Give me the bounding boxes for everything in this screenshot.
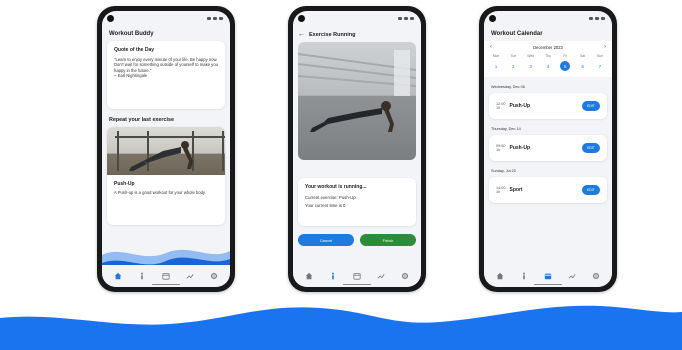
finish-button[interactable]: Finish xyxy=(360,234,416,246)
exercise-description: A Push-up is a good workout for your who… xyxy=(114,190,206,195)
weekday-label: Thu xyxy=(545,54,551,58)
day-cell[interactable]: 3 xyxy=(525,61,537,71)
system-icons xyxy=(398,16,414,20)
exercise-name: Push-Up xyxy=(114,181,135,187)
next-week-icon[interactable]: › xyxy=(604,44,606,50)
bottom-navigation xyxy=(102,265,230,287)
home-indicator xyxy=(152,283,180,285)
running-title: Your workout is running... xyxy=(305,184,367,190)
exercise-icon[interactable] xyxy=(135,269,149,283)
bottom-navigation xyxy=(484,265,612,287)
phone-calendar-screen: Workout Calendar ‹ December 2023 › Mon T… xyxy=(479,6,617,292)
prev-week-icon[interactable]: ‹ xyxy=(490,44,492,50)
status-bar xyxy=(484,11,612,25)
day-cell[interactable]: 1 xyxy=(490,61,502,71)
phone-home-screen: Workout Buddy Quote of the Day "Learn to… xyxy=(97,6,235,292)
running-card: Your workout is running... Current exerc… xyxy=(298,178,416,226)
camera-hole xyxy=(298,14,305,22)
back-arrow-icon[interactable]: ← xyxy=(298,31,305,38)
entry-name: Push-Up xyxy=(509,145,531,151)
screen-title: Exercise Running xyxy=(309,31,356,38)
date-header: Wednesday, Dec 06 xyxy=(491,85,525,89)
current-time: Your current time is 0 xyxy=(305,203,346,208)
week-calendar: ‹ December 2023 › Mon Tue Wed Thu Fri Sa… xyxy=(484,41,612,77)
home-screen: Workout Buddy Quote of the Day "Learn to… xyxy=(102,11,230,287)
entry-name: Sport xyxy=(509,187,523,193)
background-wave xyxy=(0,305,682,350)
screen-title: Workout Calendar xyxy=(491,31,543,37)
date-header: Thursday, Dec 14 xyxy=(491,127,521,131)
month-row: ‹ December 2023 › xyxy=(490,44,606,50)
last-exercise-card[interactable]: Push-Up A Push-up is a good workout for … xyxy=(107,127,225,225)
workout-entry[interactable]: 12:00 1h Push-Up EDIT xyxy=(489,93,607,119)
status-bar xyxy=(102,11,230,25)
camera-hole xyxy=(107,14,114,22)
day-cell[interactable]: 4 xyxy=(542,61,554,71)
weekday-row: Mon Tue Wed Thu Fri Sat Sun xyxy=(490,54,606,58)
calendar-icon[interactable] xyxy=(541,269,555,283)
workout-entry[interactable]: 14:00 1h Sport EDIT xyxy=(489,177,607,203)
weekday-label: Tue xyxy=(510,54,517,58)
calendar-screen: Workout Calendar ‹ December 2023 › Mon T… xyxy=(484,11,612,287)
bottom-navigation xyxy=(293,265,421,287)
settings-icon[interactable] xyxy=(398,269,412,283)
entry-duration: 1h xyxy=(496,148,501,152)
weekday-label: Fri xyxy=(563,54,568,58)
exercise-icon[interactable] xyxy=(326,269,340,283)
day-row: 1 2 3 4 5 6 7 xyxy=(490,61,606,71)
edit-button[interactable]: EDIT xyxy=(582,101,600,111)
stats-icon[interactable] xyxy=(183,269,197,283)
exercise-photo xyxy=(298,42,416,160)
pushup-photo xyxy=(107,127,225,175)
edit-button[interactable]: EDIT xyxy=(582,143,600,153)
cancel-button[interactable]: Cancel xyxy=(298,234,354,246)
day-cell[interactable]: 2 xyxy=(507,61,519,71)
day-cell[interactable]: 7 xyxy=(594,61,606,71)
weekday-label: Mon xyxy=(492,54,500,58)
quote-author: ~ Earl Nightingale xyxy=(114,73,148,79)
settings-icon[interactable] xyxy=(207,269,221,283)
camera-hole xyxy=(489,14,496,22)
quote-title: Quote of the Day xyxy=(114,47,155,53)
day-cell[interactable]: 5 xyxy=(560,61,571,71)
month-label: December 2023 xyxy=(533,44,563,50)
phone-running-screen: ← Exercise Running Your workout is runni… xyxy=(288,6,426,292)
exercise-icon[interactable] xyxy=(517,269,531,283)
system-icons xyxy=(207,16,223,20)
entry-name: Push-Up xyxy=(509,103,531,109)
top-bar: ← Exercise Running xyxy=(293,25,421,42)
stats-icon[interactable] xyxy=(374,269,388,283)
running-screen: ← Exercise Running Your workout is runni… xyxy=(293,11,421,287)
home-icon[interactable] xyxy=(302,269,316,283)
weekday-label: Sat xyxy=(580,54,586,58)
home-icon[interactable] xyxy=(493,269,507,283)
entry-duration: 1h xyxy=(496,106,501,110)
quote-text: "Learn to enjoy every minute of your lif… xyxy=(114,57,218,73)
settings-icon[interactable] xyxy=(589,269,603,283)
app-title: Workout Buddy xyxy=(109,31,154,37)
calendar-icon[interactable] xyxy=(350,269,364,283)
entry-duration: 1h xyxy=(496,190,501,194)
edit-button[interactable]: EDIT xyxy=(582,185,600,195)
day-cell[interactable]: 6 xyxy=(577,61,589,71)
workout-entry[interactable]: 09:50 1h Push-Up EDIT xyxy=(489,135,607,161)
quote-card: Quote of the Day "Learn to enjoy every m… xyxy=(107,41,225,109)
action-buttons: Cancel Finish xyxy=(293,226,421,246)
home-indicator xyxy=(534,283,562,285)
repeat-exercise-title: Repeat your last exercise xyxy=(109,117,175,123)
home-icon[interactable] xyxy=(111,269,125,283)
weekday-label: Sun xyxy=(596,54,603,58)
status-bar xyxy=(293,11,421,25)
system-icons xyxy=(589,16,605,20)
home-indicator xyxy=(343,283,371,285)
date-header: Sunday, Jul 20 xyxy=(491,169,516,173)
calendar-icon[interactable] xyxy=(159,269,173,283)
stats-icon[interactable] xyxy=(565,269,579,283)
weekday-label: Wed xyxy=(527,54,535,58)
current-exercise: Current exercise: Push-Up xyxy=(305,195,356,200)
